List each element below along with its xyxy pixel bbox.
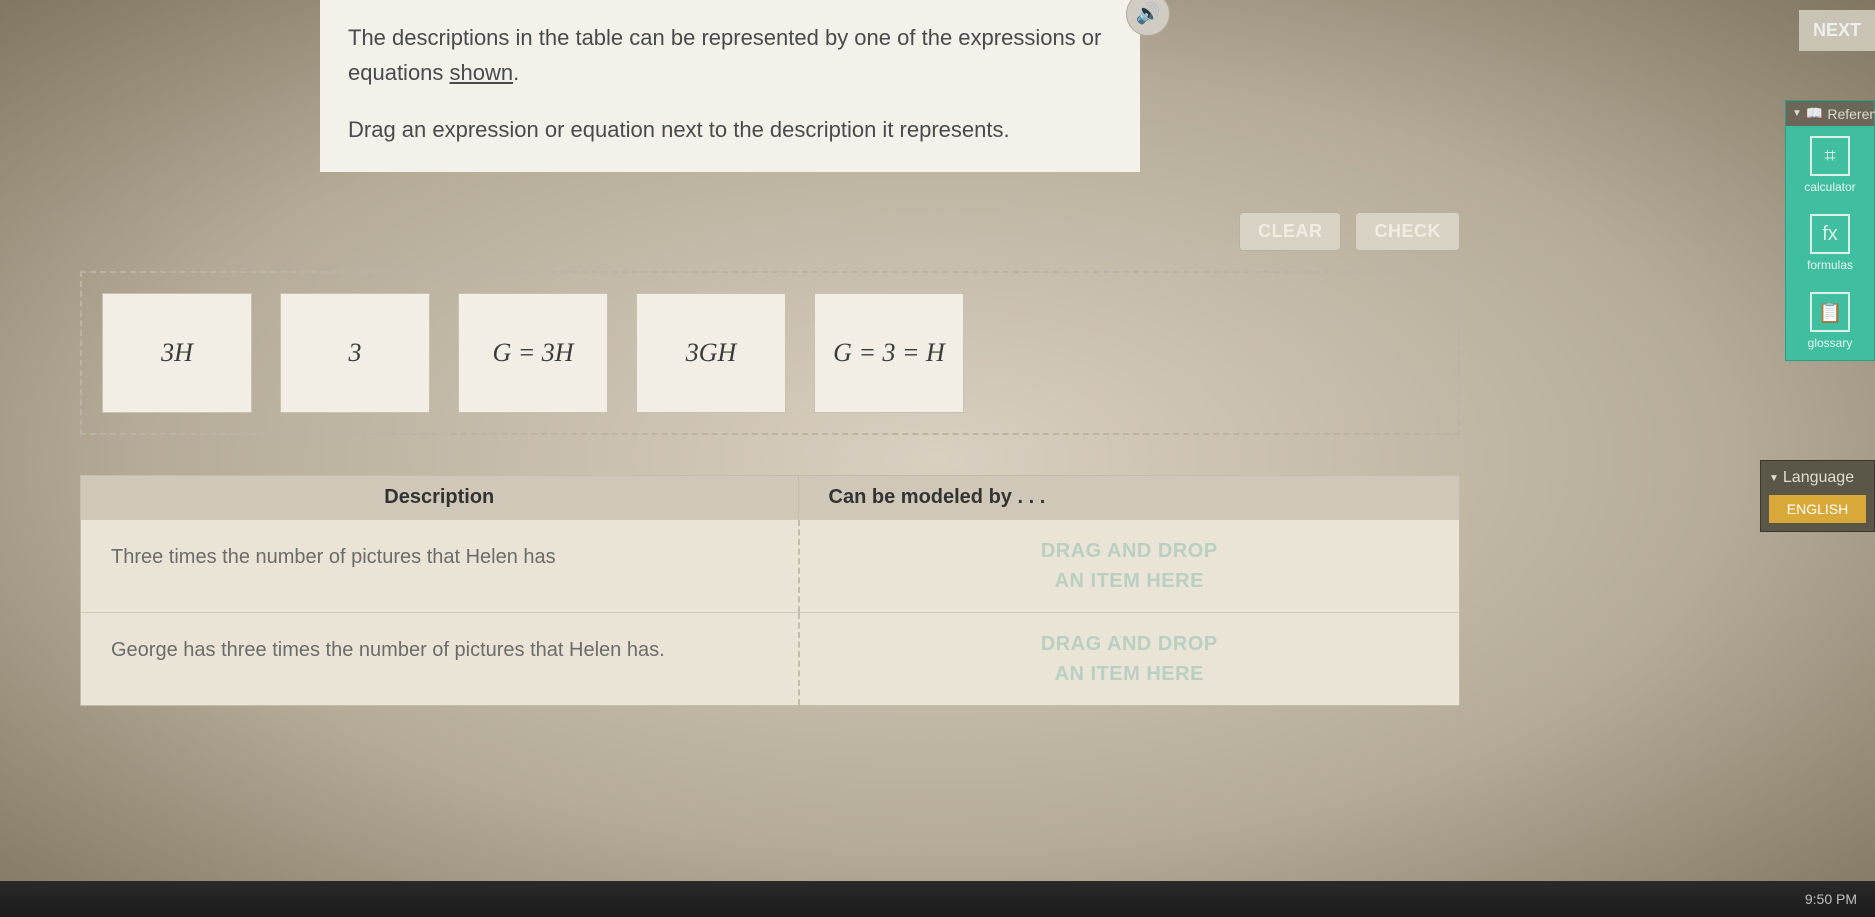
main-content: 🔊 The descriptions in the table can be r… <box>80 0 1460 706</box>
glossary-tool[interactable]: 📋 glossary <box>1786 282 1874 360</box>
table-header: Description Can be modeled by . . . <box>81 476 1459 519</box>
book-icon: 📖 <box>1806 105 1823 122</box>
drop-placeholder: DRAG AND DROP AN ITEM HERE <box>810 536 1449 596</box>
drop-line-2: AN ITEM HERE <box>1055 570 1204 592</box>
english-button[interactable]: ENGLISH <box>1769 495 1866 523</box>
prompt-box: 🔊 The descriptions in the table can be r… <box>320 0 1140 172</box>
taskbar-clock: 9:50 PM <box>1805 891 1857 907</box>
drop-line-2: AN ITEM HERE <box>1055 663 1204 685</box>
reference-title: Reference <box>1827 106 1875 122</box>
calculator-icon: ⌗ <box>1810 136 1850 176</box>
tile-3h[interactable]: 3H <box>102 293 252 413</box>
reference-panel: ▼ 📖 Reference ⌗ calculator fx formulas 📋… <box>1785 100 1875 361</box>
prompt-line-2: Drag an expression or equation next to t… <box>348 112 1112 147</box>
tile-tray: 3H 3 G = 3H 3GH G = 3 = H <box>80 271 1460 435</box>
audio-button[interactable]: 🔊 <box>1126 0 1170 36</box>
action-row: CLEAR CHECK <box>80 212 1460 251</box>
tile-g-eq-3h[interactable]: G = 3H <box>458 293 608 413</box>
glossary-label: glossary <box>1808 336 1853 350</box>
table-row: George has three times the number of pic… <box>81 612 1459 705</box>
reference-header[interactable]: ▼ 📖 Reference <box>1786 101 1874 126</box>
drop-line-1: DRAG AND DROP <box>1041 633 1218 655</box>
check-button[interactable]: CHECK <box>1355 212 1460 251</box>
tile-g-eq-3-eq-h[interactable]: G = 3 = H <box>814 293 964 413</box>
shown-link[interactable]: shown <box>450 60 514 85</box>
header-modeled-by: Can be modeled by . . . <box>798 476 1459 519</box>
glossary-icon: 📋 <box>1810 292 1850 332</box>
prompt-text-end: . <box>513 60 519 85</box>
speaker-icon: 🔊 <box>1136 0 1161 30</box>
row1-description: Three times the number of pictures that … <box>81 520 798 612</box>
tile-3[interactable]: 3 <box>280 293 430 413</box>
drop-line-1: DRAG AND DROP <box>1041 540 1218 562</box>
next-button[interactable]: NEXT <box>1799 10 1875 51</box>
drop-placeholder: DRAG AND DROP AN ITEM HERE <box>810 629 1449 689</box>
taskbar: 9:50 PM <box>0 881 1875 917</box>
row1-drop-target[interactable]: DRAG AND DROP AN ITEM HERE <box>798 520 1459 612</box>
tile-3gh[interactable]: 3GH <box>636 293 786 413</box>
clear-button[interactable]: CLEAR <box>1239 212 1342 251</box>
language-panel: ▼ Language ENGLISH <box>1760 460 1875 532</box>
row2-drop-target[interactable]: DRAG AND DROP AN ITEM HERE <box>798 613 1459 705</box>
formulas-icon: fx <box>1810 214 1850 254</box>
calculator-tool[interactable]: ⌗ calculator <box>1786 126 1874 204</box>
formulas-tool[interactable]: fx formulas <box>1786 204 1874 282</box>
language-header[interactable]: ▼ Language <box>1769 469 1866 487</box>
language-title: Language <box>1783 469 1854 487</box>
row2-description: George has three times the number of pic… <box>81 613 798 705</box>
prompt-line-1: The descriptions in the table can be rep… <box>348 20 1112 90</box>
table-row: Three times the number of pictures that … <box>81 519 1459 612</box>
formulas-label: formulas <box>1807 258 1853 272</box>
description-table: Description Can be modeled by . . . Thre… <box>80 475 1460 706</box>
header-description: Description <box>81 476 798 519</box>
chevron-down-icon: ▼ <box>1769 473 1779 484</box>
calculator-label: calculator <box>1804 180 1855 194</box>
chevron-down-icon: ▼ <box>1792 108 1802 119</box>
